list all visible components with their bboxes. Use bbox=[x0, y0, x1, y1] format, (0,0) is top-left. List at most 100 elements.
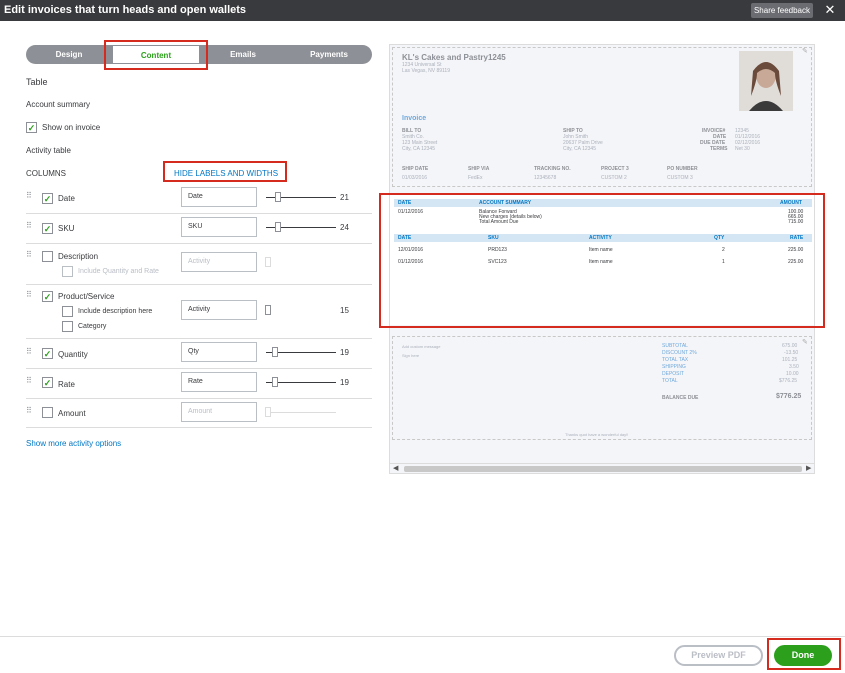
ship-header: PROJECT 3 bbox=[601, 166, 629, 172]
drag-handle-icon[interactable]: ⠿ bbox=[26, 290, 34, 299]
sign-here: Sign here bbox=[402, 353, 420, 358]
amount-width-slider[interactable] bbox=[266, 412, 336, 413]
share-feedback-button[interactable]: Share feedback bbox=[751, 3, 813, 18]
description-slider-thumb[interactable] bbox=[265, 257, 271, 267]
activity-cell: SVC123 bbox=[488, 259, 507, 265]
date-column-input[interactable]: Date bbox=[181, 187, 257, 207]
sku-slider-thumb[interactable] bbox=[275, 222, 281, 232]
columns-label: COLUMNS bbox=[26, 169, 67, 178]
tab-content[interactable]: Content bbox=[112, 45, 200, 64]
totals-value: 675.00 bbox=[782, 343, 798, 349]
custom-message: Add custom message bbox=[402, 344, 441, 349]
preview-pdf-button[interactable]: Preview PDF bbox=[674, 645, 763, 666]
activity-cell: Item name bbox=[589, 259, 613, 265]
activity-cell: 01/12/2016 bbox=[398, 259, 424, 265]
include-description-checkbox[interactable] bbox=[62, 306, 73, 317]
ship-value: 12345678 bbox=[534, 175, 557, 181]
show-more-activity-link[interactable]: Show more activity options bbox=[26, 439, 121, 448]
ship-header: SHIP DATE bbox=[402, 166, 429, 172]
meta-value: Net 30 bbox=[735, 146, 750, 152]
footer-note: Thanks quot have a wonderful day!! bbox=[565, 432, 629, 437]
totals-value: -13.50 bbox=[784, 350, 799, 356]
totals-label: TOTAL bbox=[662, 378, 678, 384]
summary-title-header: ACCOUNT SUMMARY bbox=[479, 200, 532, 206]
activity-activity-header: ACTIVITY bbox=[589, 235, 612, 241]
quantity-label: Quantity bbox=[58, 350, 88, 359]
ship-header: TRACKING NO. bbox=[534, 166, 571, 172]
title-bar: Edit invoices that turn heads and open w… bbox=[0, 0, 845, 21]
activity-cell: 225.00 bbox=[788, 247, 804, 253]
scrollbar-thumb[interactable] bbox=[404, 466, 802, 472]
close-icon[interactable]: ✕ bbox=[823, 2, 837, 18]
date-slider-thumb[interactable] bbox=[275, 192, 281, 202]
date-width-value: 21 bbox=[340, 193, 349, 202]
category-label: Category bbox=[78, 323, 107, 330]
footer-divider bbox=[0, 636, 845, 637]
edit-header-icon[interactable]: ✎ bbox=[802, 47, 808, 55]
product-slider-thumb[interactable] bbox=[265, 305, 271, 315]
summary-header-bar bbox=[394, 199, 812, 207]
activity-cell: 225.00 bbox=[788, 259, 804, 265]
quantity-slider-thumb[interactable] bbox=[272, 347, 278, 357]
hide-labels-link[interactable]: HIDE LABELS AND WIDTHS bbox=[174, 169, 278, 178]
totals-value: 101.25 bbox=[782, 357, 798, 363]
sku-checkbox[interactable]: ✓ bbox=[42, 223, 53, 234]
divider bbox=[26, 368, 372, 369]
amount-checkbox[interactable] bbox=[42, 407, 53, 418]
totals-value: $776.25 bbox=[779, 378, 798, 384]
activity-date-header: DATE bbox=[398, 235, 412, 241]
scroll-left-icon[interactable]: ◀ bbox=[393, 464, 398, 472]
drag-handle-icon[interactable]: ⠿ bbox=[26, 376, 34, 385]
drag-handle-icon[interactable]: ⠿ bbox=[26, 347, 34, 356]
account-summary-label: Account summary bbox=[26, 100, 91, 109]
activity-cell: PRD123 bbox=[488, 247, 507, 253]
totals-section[interactable] bbox=[392, 336, 812, 440]
edit-footer-icon[interactable]: ✎ bbox=[802, 338, 808, 346]
show-on-invoice-label: Show on invoice bbox=[42, 123, 101, 132]
drag-handle-icon[interactable]: ⠿ bbox=[26, 221, 34, 230]
tab-payments[interactable]: Payments bbox=[286, 45, 372, 64]
quantity-width-value: 19 bbox=[340, 348, 349, 357]
product-column-input[interactable]: Activity bbox=[181, 300, 257, 320]
dialog-title: Edit invoices that turn heads and open w… bbox=[4, 4, 247, 16]
done-button[interactable]: Done bbox=[774, 645, 832, 666]
amount-slider-thumb[interactable] bbox=[265, 407, 271, 417]
amount-column-input[interactable]: Amount bbox=[181, 402, 257, 422]
activity-cell: Item name bbox=[589, 247, 613, 253]
include-qty-rate-label: Include Quantity and Rate bbox=[78, 268, 159, 275]
totals-label: TOTAL TAX bbox=[662, 357, 689, 363]
bill-line-3: City, CA 12345 bbox=[402, 146, 435, 152]
rate-checkbox[interactable]: ✓ bbox=[42, 377, 53, 388]
rate-slider-thumb[interactable] bbox=[272, 377, 278, 387]
tab-emails[interactable]: Emails bbox=[200, 45, 286, 64]
drag-handle-icon[interactable]: ⠿ bbox=[26, 191, 34, 200]
activity-rate-header: RATE bbox=[790, 235, 804, 241]
ship-value: CUSTOM 2 bbox=[601, 175, 627, 181]
rate-column-input[interactable]: Rate bbox=[181, 372, 257, 392]
quantity-checkbox[interactable]: ✓ bbox=[42, 348, 53, 359]
sku-column-input[interactable]: SKU bbox=[181, 217, 257, 237]
sku-width-value: 24 bbox=[340, 223, 349, 232]
activity-cell: 1 bbox=[722, 259, 725, 265]
quantity-column-input[interactable]: Qty bbox=[181, 342, 257, 362]
description-column-input[interactable]: Activity bbox=[181, 252, 257, 272]
divider bbox=[26, 427, 372, 428]
show-on-invoice-checkbox[interactable]: ✓ bbox=[26, 122, 37, 133]
drag-handle-icon[interactable]: ⠿ bbox=[26, 250, 34, 259]
ship-header: SHIP VIA bbox=[468, 166, 490, 172]
description-checkbox[interactable] bbox=[42, 251, 53, 262]
ship-line-3: City, CA 12345 bbox=[563, 146, 596, 152]
tab-design[interactable]: Design bbox=[26, 45, 112, 64]
activity-table-label: Activity table bbox=[26, 146, 71, 155]
category-checkbox[interactable] bbox=[62, 321, 73, 332]
horizontal-scrollbar[interactable]: ◀ ▶ bbox=[390, 463, 814, 473]
divider bbox=[26, 284, 372, 285]
product-service-checkbox[interactable]: ✓ bbox=[42, 291, 53, 302]
include-qty-rate-checkbox[interactable] bbox=[62, 266, 73, 277]
drag-handle-icon[interactable]: ⠿ bbox=[26, 406, 34, 415]
date-checkbox[interactable]: ✓ bbox=[42, 193, 53, 204]
summary-amount-header: AMOUNT bbox=[780, 200, 802, 206]
scroll-right-icon[interactable]: ▶ bbox=[806, 464, 811, 472]
divider bbox=[26, 213, 372, 214]
product-width-value: 15 bbox=[340, 306, 349, 315]
